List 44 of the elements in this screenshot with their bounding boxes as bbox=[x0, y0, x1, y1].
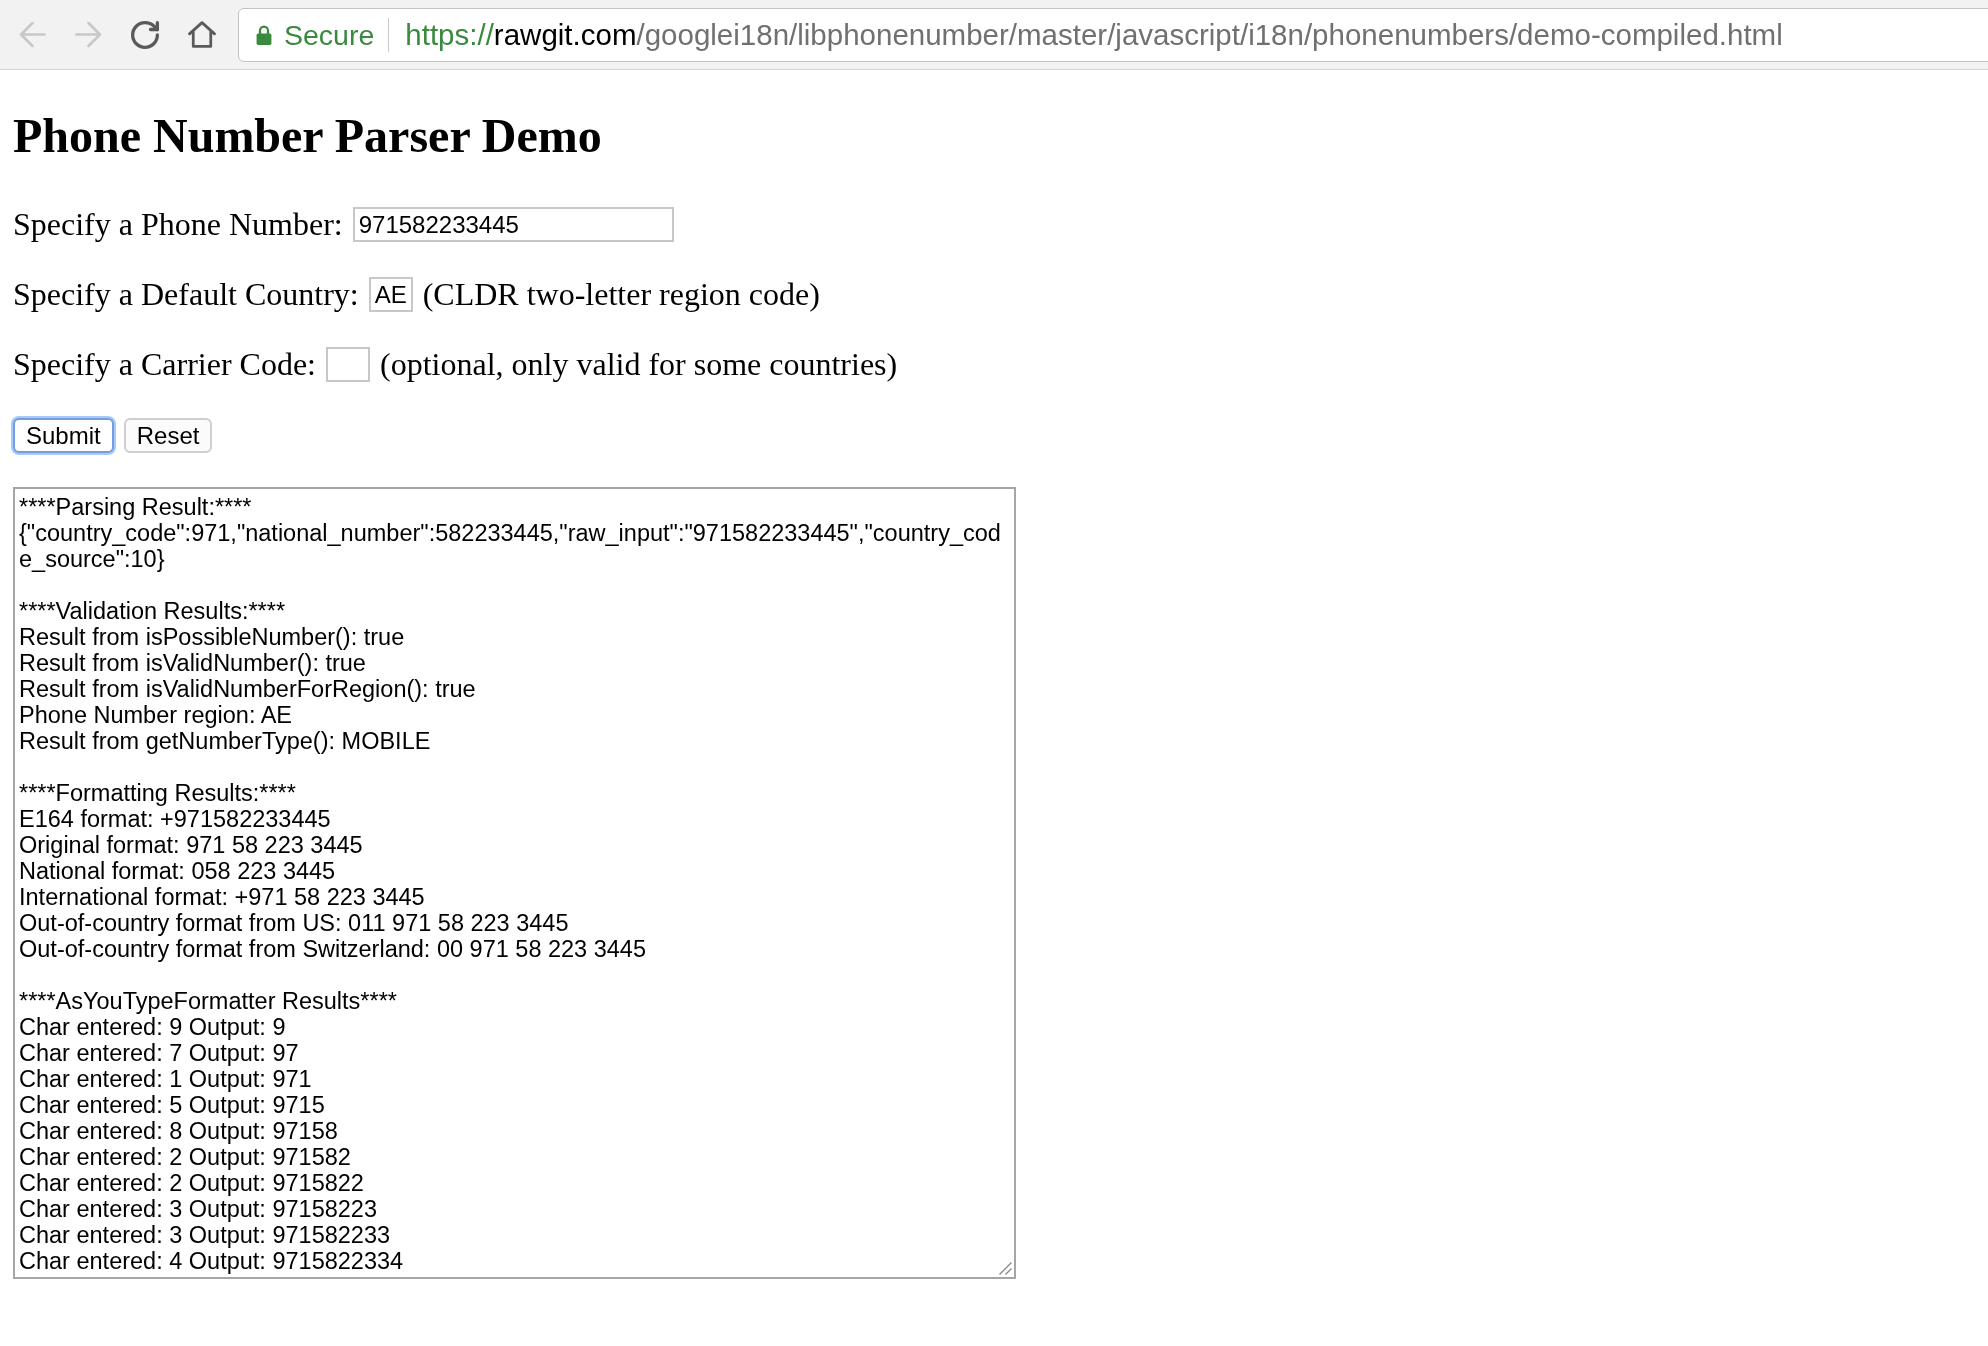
address-bar[interactable]: Secure https://rawgit.com/googlei18n/libphonenumber/master/javascript/i18n/phonenumbers/demo-compiled.html bbox=[238, 7, 1988, 62]
output-line: Out-of-country format from US: 011 971 58 223 3445 bbox=[19, 910, 569, 936]
output-line: Char entered: 4 Output: 9715822334 bbox=[19, 1248, 404, 1274]
output-line: Char entered: 9 Output: 9 bbox=[19, 1014, 286, 1040]
text-input[interactable]: AE bbox=[368, 276, 413, 312]
output-line: Char entered: 7 Output: 97 bbox=[19, 1040, 299, 1066]
security-label: Secure bbox=[284, 17, 375, 52]
section-heading: ****Parsing Result:**** bbox=[19, 494, 252, 520]
url-text: https://rawgit.com/googlei18n/libphonenumber/master/javascript/i18n/phonenumbers/demo-compiled.html bbox=[405, 17, 1783, 52]
output-line: Result from isValidNumberForRegion(): true bbox=[19, 676, 476, 702]
output-line: Char entered: 3 Output: 971582233 bbox=[19, 1222, 391, 1248]
field-label: Specify a Phone Number: bbox=[13, 205, 343, 244]
output-line: Result from getNumberType(): MOBILE bbox=[19, 728, 431, 754]
output-line: Char entered: 5 Output: 9715 bbox=[19, 1092, 325, 1118]
text-input[interactable] bbox=[326, 346, 370, 382]
section-heading: ****Validation Results:**** bbox=[19, 598, 286, 624]
resize-grip-icon[interactable] bbox=[999, 1262, 1012, 1275]
output-line: Out-of-country format from Switzerland: 00 971 58 223 3445 bbox=[19, 936, 646, 962]
output-line: Char entered: 2 Output: 971582 bbox=[19, 1144, 351, 1170]
section-heading: ****AsYouTypeFormatter Results**** bbox=[19, 988, 397, 1014]
output-line: International format: +971 58 223 3445 bbox=[19, 884, 425, 910]
output-line: Char entered: 2 Output: 9715822 bbox=[19, 1170, 364, 1196]
output-line: Result from isPossibleNumber(): true bbox=[19, 624, 405, 650]
output-line: Char entered: 8 Output: 97158 bbox=[19, 1118, 338, 1144]
field-label: Specify a Default Country: bbox=[13, 275, 359, 314]
output-line: Phone Number region: AE bbox=[19, 702, 293, 728]
output-line: Original format: 971 58 223 3445 bbox=[19, 832, 363, 858]
page-title: Phone Number Parser Demo bbox=[13, 108, 602, 164]
reload-icon[interactable] bbox=[131, 20, 159, 49]
output-line: Char entered: 1 Output: 971 bbox=[19, 1066, 312, 1092]
section-heading: ****Formatting Results:**** bbox=[19, 780, 296, 806]
output-line: National format: 058 223 3445 bbox=[19, 858, 336, 884]
home-icon[interactable] bbox=[188, 21, 216, 48]
text-input[interactable]: 971582233445 bbox=[352, 206, 674, 242]
output-line: Result from isValidNumber(): true bbox=[19, 650, 366, 676]
field-label: Specify a Carrier Code: bbox=[13, 345, 316, 384]
output-line: Char entered: 3 Output: 97158223 bbox=[19, 1196, 377, 1222]
submit-button[interactable]: Submit bbox=[13, 418, 114, 453]
output-line: E164 format: +971582233445 bbox=[19, 806, 331, 832]
output-textarea[interactable] bbox=[13, 487, 1016, 1279]
field-hint: (CLDR two-letter region code) bbox=[422, 275, 820, 314]
output-line: {"country_code":971,"national_number":582233445,"raw_input":"971582233445","country_code_source":10} bbox=[19, 520, 1002, 572]
reset-button[interactable]: Reset bbox=[123, 418, 213, 453]
field-hint: (optional, only valid for some countries) bbox=[380, 345, 898, 384]
